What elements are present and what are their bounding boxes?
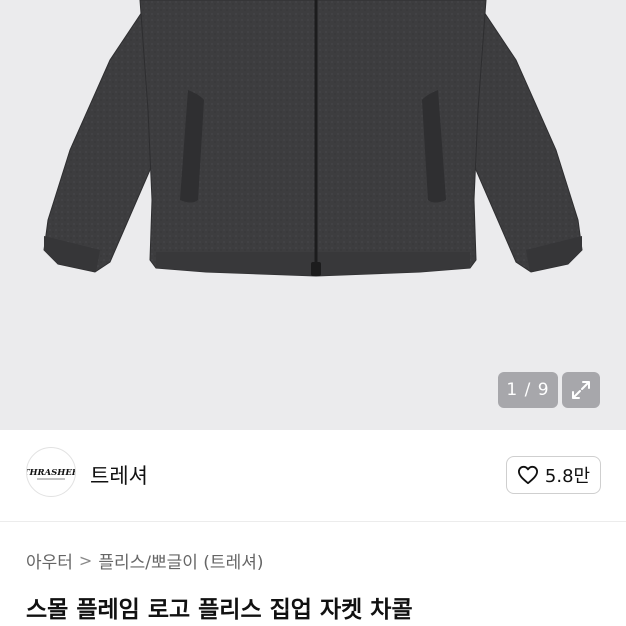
svg-text:THRASHER: THRASHER	[27, 468, 75, 478]
product-title: 스몰 플레임 로고 플리스 집업 자켓 차콜	[26, 597, 413, 623]
expand-icon	[572, 381, 590, 399]
breadcrumb-category[interactable]: 아우터	[26, 548, 73, 573]
breadcrumb-subcategory[interactable]: 플리스/뽀글이 (트레셔)	[98, 548, 263, 573]
like-button[interactable]: 5.8만	[506, 456, 601, 494]
heart-outline-icon	[517, 465, 538, 485]
seller-name[interactable]: 트레셔	[90, 460, 148, 490]
breadcrumb-separator: >	[78, 551, 93, 570]
thrasher-logo: THRASHER	[27, 449, 75, 495]
product-image-gallery[interactable]: 1 / 9	[0, 0, 626, 430]
expand-button[interactable]	[562, 372, 600, 408]
image-counter: 1 / 9	[498, 372, 558, 408]
seller-logo[interactable]: THRASHER	[26, 447, 76, 497]
breadcrumb: 아우터 > 플리스/뽀글이 (트레셔)	[26, 548, 263, 573]
product-image	[43, 0, 583, 277]
like-count: 5.8만	[544, 466, 591, 487]
